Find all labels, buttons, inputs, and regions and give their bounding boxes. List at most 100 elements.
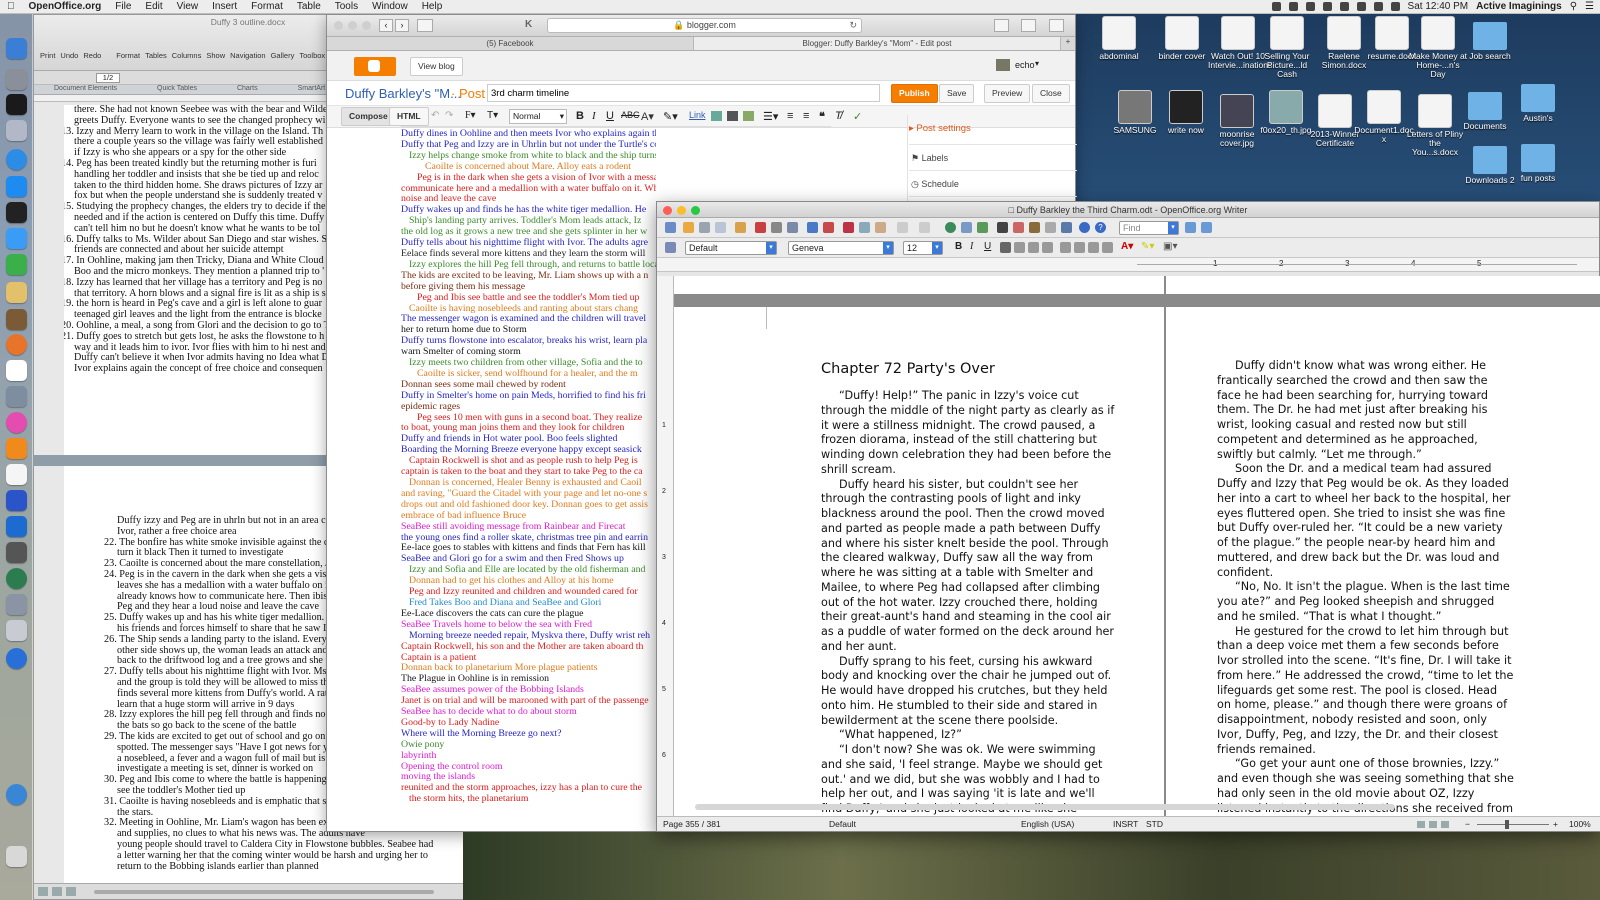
word-icon[interactable] bbox=[6, 516, 27, 537]
apple-icon[interactable]:  bbox=[0, 1, 22, 12]
vertical-ruler[interactable]: 1 2 3 4 5 6 bbox=[657, 276, 674, 818]
trash-icon[interactable] bbox=[6, 846, 27, 867]
undo-icon[interactable] bbox=[897, 222, 908, 233]
redo-icon[interactable] bbox=[919, 222, 930, 233]
downloads-icon[interactable] bbox=[994, 19, 1009, 32]
gallery-button[interactable]: Gallery bbox=[271, 51, 295, 60]
zoom-slider[interactable] bbox=[1477, 824, 1549, 825]
publish-button[interactable]: Publish bbox=[891, 84, 938, 103]
underline-icon[interactable]: U bbox=[606, 110, 614, 122]
downloads-stack-icon[interactable] bbox=[6, 784, 27, 805]
view-mode-icon[interactable] bbox=[38, 887, 48, 896]
insert-jump-break-icon[interactable] bbox=[743, 111, 754, 121]
facetime-icon[interactable] bbox=[6, 254, 27, 275]
menu-file[interactable]: File bbox=[108, 1, 138, 12]
undo-icon[interactable]: ↶ bbox=[431, 110, 439, 121]
save-button[interactable]: Save bbox=[939, 84, 975, 103]
decrease-indent-icon[interactable] bbox=[1088, 242, 1099, 253]
text-color-icon[interactable]: A▾ bbox=[641, 110, 654, 123]
safari-icon[interactable] bbox=[6, 149, 27, 170]
compose-mode-button[interactable]: Compose bbox=[341, 107, 396, 126]
desktop-folder-icon[interactable]: Austin's bbox=[1508, 78, 1568, 123]
spellcheck-icon[interactable]: ✓ bbox=[853, 110, 862, 123]
desktop-file-icon[interactable]: Selling Your Picture...ld Cash bbox=[1257, 16, 1317, 79]
link-button[interactable]: Link bbox=[689, 110, 706, 120]
italic-icon[interactable]: I bbox=[592, 110, 596, 122]
zoom-icon[interactable] bbox=[1079, 222, 1090, 233]
justify-icon[interactable] bbox=[1042, 242, 1053, 253]
find-input[interactable]: Find ▾ bbox=[1119, 221, 1179, 235]
photos-icon[interactable] bbox=[6, 464, 27, 485]
chevron-down-icon[interactable]: ▾ bbox=[932, 242, 942, 254]
font-size-select[interactable]: 12 ▾ bbox=[903, 241, 943, 255]
horizontal-ruler[interactable]: 1 2 3 4 5 bbox=[657, 258, 1599, 272]
post-body-editor[interactable]: Duffy dines in Oohline and then meets Iv… bbox=[401, 129, 656, 829]
minimize-window-button[interactable] bbox=[348, 21, 357, 30]
email-icon[interactable] bbox=[715, 222, 726, 233]
find-next-icon[interactable] bbox=[1201, 222, 1212, 233]
user-menu-chevron-icon[interactable]: ▾ bbox=[1035, 59, 1039, 68]
blog-name-link[interactable]: Duffy Barkley's "M... bbox=[345, 86, 461, 101]
cut-icon[interactable] bbox=[843, 222, 854, 233]
preview-icon[interactable] bbox=[6, 386, 27, 407]
html-mode-button[interactable]: HTML bbox=[389, 107, 429, 126]
numbering-icon[interactable] bbox=[1060, 242, 1071, 253]
font-size-icon[interactable]: T▾ bbox=[487, 110, 498, 121]
horizontal-scrollbar[interactable] bbox=[94, 890, 434, 894]
tab-document-elements[interactable]: Document Elements bbox=[54, 85, 117, 94]
globe-icon[interactable] bbox=[6, 648, 27, 669]
export-pdf-icon[interactable] bbox=[755, 222, 766, 233]
schedule-setting[interactable]: ◷ Schedule bbox=[909, 170, 1077, 196]
zoom-slider-thumb[interactable] bbox=[1505, 820, 1509, 829]
font-name-select[interactable]: Geneva ▾ bbox=[788, 241, 894, 255]
horizontal-scrollbar[interactable] bbox=[695, 804, 1395, 810]
zoom-window-button[interactable] bbox=[691, 206, 700, 215]
align-right-icon[interactable] bbox=[1028, 242, 1039, 253]
align-icon[interactable]: ☰▾ bbox=[763, 110, 778, 123]
blogger-logo-icon[interactable] bbox=[354, 57, 396, 76]
menubar-clock[interactable]: Sat 12:40 PM bbox=[1408, 1, 1469, 12]
format-button[interactable]: Format bbox=[116, 51, 140, 60]
undo-button[interactable]: Undo bbox=[60, 51, 78, 60]
chevron-down-icon[interactable]: ▾ bbox=[1168, 222, 1178, 234]
printer-icon[interactable] bbox=[6, 620, 27, 641]
align-left-icon[interactable] bbox=[1000, 242, 1011, 253]
system-preferences-icon[interactable] bbox=[6, 542, 27, 563]
zoom-in-icon[interactable]: + bbox=[1553, 817, 1558, 832]
imovie-icon[interactable] bbox=[6, 490, 27, 511]
chevron-down-icon[interactable]: ▾ bbox=[766, 242, 776, 254]
user-name[interactable]: echo bbox=[1015, 60, 1035, 70]
redo-icon[interactable]: ↷ bbox=[445, 110, 453, 121]
menu-format[interactable]: Format bbox=[244, 1, 290, 12]
itunes-icon[interactable] bbox=[6, 412, 27, 433]
selection-mode-status[interactable]: STD bbox=[1146, 817, 1163, 832]
address-bar[interactable]: 🔒 blogger.com ↻ bbox=[547, 18, 862, 33]
page-style-status[interactable]: Default bbox=[829, 817, 856, 832]
paste-icon[interactable] bbox=[875, 222, 886, 233]
app-store-icon[interactable] bbox=[6, 176, 27, 197]
time-machine-icon[interactable] bbox=[6, 568, 27, 589]
labels-setting[interactable]: ⚑ Labels bbox=[909, 144, 1077, 170]
page-left[interactable]: Chapter 72 Party's Over “Duffy! Help!” T… bbox=[674, 307, 1164, 818]
view-mode-icon[interactable] bbox=[52, 887, 62, 896]
previous-page-bottom[interactable] bbox=[1166, 276, 1600, 294]
airplay-icon[interactable] bbox=[1339, 2, 1349, 11]
drive-icon[interactable] bbox=[6, 594, 27, 615]
dashboard-icon[interactable] bbox=[6, 94, 27, 115]
notes-icon[interactable] bbox=[6, 309, 27, 330]
desktop-file-icon[interactable]: abdominal bbox=[1089, 16, 1149, 61]
tabs-overview-icon[interactable] bbox=[1049, 19, 1064, 32]
hyperlink-icon[interactable] bbox=[945, 222, 956, 233]
desktop-file-icon[interactable]: binder cover bbox=[1152, 16, 1212, 61]
menu-app-name[interactable]: OpenOffice.org bbox=[22, 1, 109, 12]
battery-icon[interactable] bbox=[1390, 2, 1400, 11]
contacts-icon[interactable] bbox=[6, 282, 27, 303]
save-icon[interactable] bbox=[699, 222, 710, 233]
menu-insert[interactable]: Insert bbox=[205, 1, 244, 12]
gallery-icon[interactable] bbox=[1029, 222, 1040, 233]
calendar-icon[interactable] bbox=[6, 360, 27, 381]
page-left-text[interactable]: Chapter 72 Party's Over “Duffy! Help!” T… bbox=[821, 359, 1118, 818]
quote-icon[interactable]: ❝ bbox=[819, 110, 825, 123]
avatar[interactable] bbox=[996, 59, 1010, 71]
clock-icon[interactable] bbox=[6, 202, 27, 223]
